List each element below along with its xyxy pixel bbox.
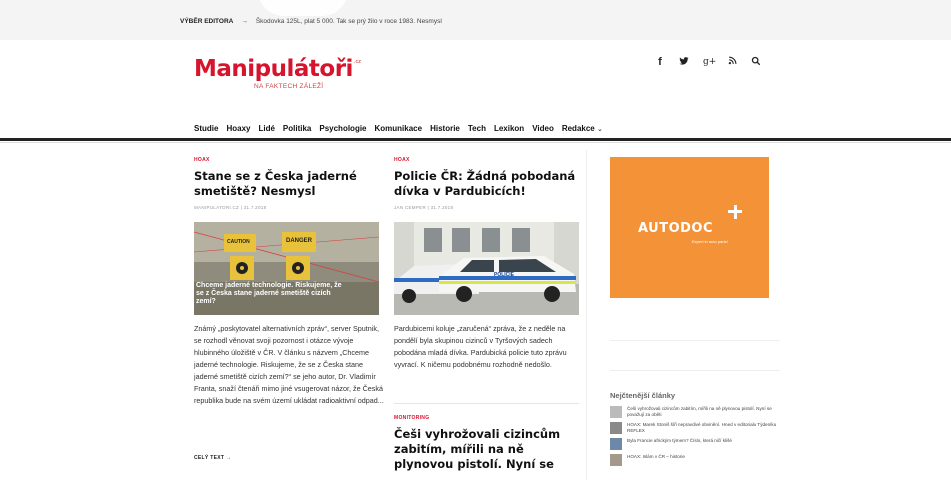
article-category[interactable]: MONITORING xyxy=(394,415,579,421)
most-read-heading: Nejčtenější články xyxy=(610,391,676,400)
article-thumbnail xyxy=(610,438,622,450)
column-separator xyxy=(586,150,587,480)
list-item[interactable]: HOAX: Islám v ČR – historie xyxy=(610,454,780,466)
nav-item-historie[interactable]: Historie xyxy=(430,124,460,133)
ad-brand: AUTODOC xyxy=(638,221,714,236)
nav-divider xyxy=(0,138,951,141)
nuclear-sign-danger: DANGER xyxy=(286,238,313,244)
article-title[interactable]: Stane se z Česka jaderné smetiště? Nesmy… xyxy=(194,169,379,199)
list-item-title: HOAX: Islám v ČR – historie xyxy=(627,454,685,459)
nav-item-psychologie[interactable]: Psychologie xyxy=(319,124,366,133)
autodoc-ad-banner[interactable]: AUTODOC Expert in auto parts! xyxy=(610,157,769,298)
google-plus-icon[interactable]: g+ xyxy=(703,56,716,69)
list-item-title: Byla Francie africkým týmem? Číslo, kter… xyxy=(627,438,732,443)
nuclear-sign-caution: CAUTION xyxy=(227,239,250,245)
article-meta: MANIPULATORI.CZ | 31.7.2018 xyxy=(194,205,267,210)
article-category[interactable]: HOAX xyxy=(394,157,579,163)
social-icons: f g+ xyxy=(655,56,761,69)
editor-pick-label: VÝBĚR EDITORA xyxy=(180,18,234,25)
ad-plus-icon xyxy=(728,205,742,219)
police-car-label: POLICIE xyxy=(494,272,515,278)
article-category[interactable]: HOAX xyxy=(194,157,379,163)
facebook-icon[interactable]: f xyxy=(655,56,665,69)
rss-icon[interactable] xyxy=(727,56,737,69)
topbar-decoration xyxy=(258,0,348,16)
nav-item-lexikon[interactable]: Lexikon xyxy=(494,124,524,133)
read-more-link[interactable]: CELÝ TEXT → xyxy=(194,455,231,461)
list-item-title: Češi vyhrožovali cizincům zabitím, mířil… xyxy=(627,406,772,417)
article-card-1: HOAX Stane se z Česka jaderné smetiště? … xyxy=(194,157,379,210)
logo-wordmark: Manipulátoři xyxy=(194,56,353,82)
nav-item-video[interactable]: Video xyxy=(532,124,554,133)
nav-item-redakce[interactable]: Redakce ⌄ xyxy=(562,124,603,133)
twitter-icon[interactable] xyxy=(679,56,689,69)
article-thumbnail xyxy=(610,406,622,418)
nav-item-studie[interactable]: Studie xyxy=(194,124,218,133)
article-title[interactable]: Češi vyhrožovali cizincům zabitím, mířil… xyxy=(394,427,579,472)
list-item[interactable]: Byla Francie africkým týmem? Číslo, kter… xyxy=(610,438,780,450)
editor-pick-headline-link[interactable]: Škodovka 125L, plat 5 000. Tak se prý ži… xyxy=(256,18,442,25)
chevron-down-icon: ⌄ xyxy=(596,126,603,133)
list-item[interactable]: HOAX: Marek Stoniš šíři nepravdivé obvin… xyxy=(610,422,780,434)
site-logo[interactable]: Manipulátoři .cz NA FAKTECH ZÁLEŽÍ xyxy=(194,56,361,90)
most-read-list: Češi vyhrožovali cizincům zabitím, mířil… xyxy=(610,406,780,470)
search-icon[interactable] xyxy=(751,56,761,69)
article-excerpt: Pardubicemi koluje „zaručená“ zpráva, že… xyxy=(394,324,567,369)
article-card-2: HOAX Policie ČR: Žádná pobodaná dívka v … xyxy=(394,157,579,210)
nav-item-komunikace[interactable]: Komunikace xyxy=(375,124,423,133)
arrow-right-icon: → xyxy=(241,18,248,25)
article-image-police[interactable]: POLICIE xyxy=(394,222,579,315)
article-excerpt: Známý „poskytovatel alternativních zpráv… xyxy=(194,324,384,405)
article-card-3: MONITORING Češi vyhrožovali cizincům zab… xyxy=(394,415,579,472)
editor-pick[interactable]: VÝBĚR EDITORA → Škodovka 125L, plat 5 00… xyxy=(180,18,442,25)
article-image-nuclear[interactable]: CAUTION DANGER Chceme jaderné technologi… xyxy=(194,222,379,315)
article-thumbnail xyxy=(610,422,622,434)
nav-item-redakce-label: Redakce xyxy=(561,124,595,133)
article-separator xyxy=(394,403,579,404)
sidebar-divider xyxy=(610,340,780,341)
sidebar-divider xyxy=(610,370,780,371)
nav-item-lide[interactable]: Lidé xyxy=(258,124,274,133)
logo-tagline: NA FAKTECH ZÁLEŽÍ xyxy=(254,83,324,90)
logo-domain: .cz xyxy=(354,59,362,65)
article-thumbnail xyxy=(610,454,622,466)
list-item-title: HOAX: Marek Stoniš šíři nepravdivé obvin… xyxy=(627,422,777,433)
main-nav: Studie Hoaxy Lidé Politika Psychologie K… xyxy=(194,124,603,133)
ad-slogan: Expert in auto parts! xyxy=(692,239,728,244)
list-item[interactable]: Češi vyhrožovali cizincům zabitím, mířil… xyxy=(610,406,780,418)
nav-item-hoaxy[interactable]: Hoaxy xyxy=(226,124,250,133)
article-title[interactable]: Policie ČR: Žádná pobodaná dívka v Pardu… xyxy=(394,169,579,199)
editor-pick-bar: VÝBĚR EDITORA → Škodovka 125L, plat 5 00… xyxy=(0,0,951,40)
nav-item-politika[interactable]: Politika xyxy=(283,124,311,133)
article-image-caption: Chceme jaderné technologie. Riskujeme, ž… xyxy=(196,282,342,305)
nav-item-tech[interactable]: Tech xyxy=(468,124,486,133)
article-meta: JAN CEMPER | 31.7.2018 xyxy=(394,205,454,210)
nav-divider-shadow xyxy=(0,142,951,143)
